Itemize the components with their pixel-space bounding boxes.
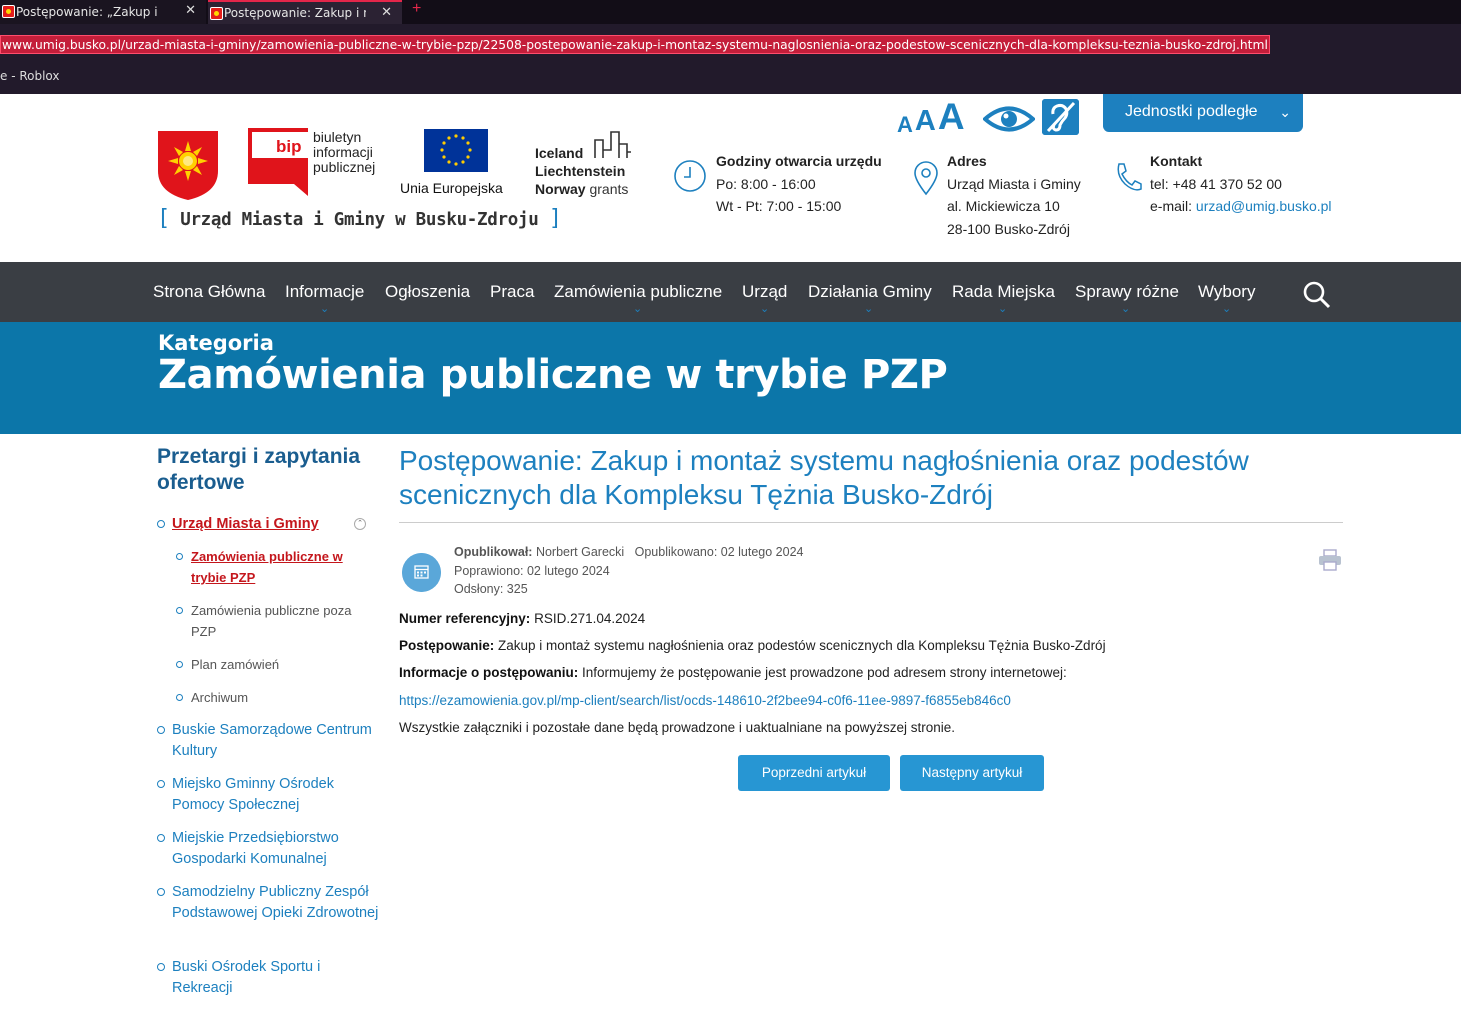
email-link[interactable]: urzad@umig.busko.pl xyxy=(1196,198,1332,214)
calendar-icon xyxy=(402,553,441,592)
article-title: Postępowanie: Zakup i montaż systemu nag… xyxy=(399,445,1249,510)
next-article-button[interactable]: Następny artykuł xyxy=(900,755,1044,791)
font-size-medium-button[interactable]: A xyxy=(915,105,936,138)
bullet-icon xyxy=(157,780,165,788)
article-meta: Opublikował: Norbert Garecki Opublikowan… xyxy=(454,543,804,599)
nav-zamowienia[interactable]: Zamówienia publiczne xyxy=(554,282,722,302)
new-tab-icon[interactable]: + xyxy=(412,0,421,18)
divider xyxy=(399,522,1343,523)
hearing-loop-icon[interactable] xyxy=(1042,99,1079,135)
nav-informacje[interactable]: Informacje xyxy=(285,282,364,302)
author-name: Norbert Garecki xyxy=(535,545,625,559)
bip-text: biuletyn informacji publicznej xyxy=(313,129,376,175)
chevron-down-icon: ⌄ xyxy=(998,303,1008,315)
modified-date: Poprawiono: 02 lutego 2024 xyxy=(454,563,610,578)
tab-title: Postępowanie: „Zakup i mo xyxy=(16,5,158,19)
published-date: Opublikowano: 02 lutego 2024 xyxy=(634,545,804,559)
town-crest-icon[interactable] xyxy=(157,129,219,201)
reference-number: Numer referencyjny: RSID.271.04.2024 xyxy=(399,611,646,626)
close-tab-icon[interactable]: ✕ xyxy=(381,5,392,20)
nav-sprawy-rozne[interactable]: Sprawy różne xyxy=(1075,282,1179,302)
chevron-down-icon: ⌄ xyxy=(320,303,330,315)
bullet-icon xyxy=(157,834,165,842)
bookmark-item[interactable]: e - Roblox xyxy=(0,69,60,83)
sidebar-item-mgops[interactable]: Miejsko Gminny Ośrodek Pomocy Społecznej xyxy=(157,774,387,818)
bullet-icon xyxy=(176,553,183,560)
bookmarks-bar: e - Roblox xyxy=(0,64,1461,94)
main-nav: Strona Główna Informacje ⌄ Ogłoszenia Pr… xyxy=(0,262,1461,322)
eu-logo[interactable]: Unia Europejska xyxy=(400,128,514,200)
bullet-icon xyxy=(176,661,183,668)
procedure-link-row: https://ezamowienia.gov.pl/mp-client/sea… xyxy=(399,693,1011,708)
phone-icon xyxy=(1117,163,1142,191)
units-dropdown-button[interactable]: Jednostki podległe ⌄ xyxy=(1103,94,1303,132)
chevron-down-icon: ⌄ xyxy=(864,303,874,315)
browser-tab-1[interactable]: Postępowanie: „Zakup i mo ✕ xyxy=(0,0,206,24)
procedure-name: Postępowanie: Zakup i montaż systemu nag… xyxy=(399,638,1106,653)
font-size-small-button[interactable]: A xyxy=(897,112,913,138)
chevron-down-icon: ⌄ xyxy=(1222,303,1232,315)
chevron-down-icon: ⌄ xyxy=(760,303,770,315)
nav-wybory[interactable]: Wybory xyxy=(1198,282,1255,302)
sidebar-title: Przetargi i zapytania ofertowe xyxy=(157,445,361,494)
eu-label: Unia Europejska xyxy=(400,180,503,196)
browser-tab-bar: Postępowanie: „Zakup i mo ✕ Postępowanie… xyxy=(0,0,1461,24)
font-size-controls: A A A xyxy=(897,94,967,138)
sidebar-item-bsck[interactable]: Buskie Samorządowe Centrum Kultury xyxy=(157,720,387,764)
bullet-icon xyxy=(176,607,183,614)
chevron-down-icon: ⌄ xyxy=(633,303,643,315)
eea-grants-logo[interactable]: Iceland Liechtenstein Norway grants xyxy=(535,128,635,198)
sidebar-item-spzpoz[interactable]: Samodzielny Publiczny Zespół Podstawowej… xyxy=(157,882,387,948)
bullet-icon xyxy=(176,694,183,701)
nav-rada-miejska[interactable]: Rada Miejska xyxy=(952,282,1055,302)
address-block: Adres Urząd Miasta i Gminy al. Mickiewic… xyxy=(947,153,1081,237)
close-tab-icon[interactable]: ✕ xyxy=(185,3,196,18)
nav-praca[interactable]: Praca xyxy=(490,282,534,302)
browser-tab-2[interactable]: Postępowanie: Zakup i mon ✕ xyxy=(208,0,402,24)
nav-dzialania-gminy[interactable]: Działania Gminy xyxy=(808,282,932,302)
bullet-icon xyxy=(157,888,165,896)
font-size-large-button[interactable]: A xyxy=(938,96,965,138)
nav-urzad[interactable]: Urząd xyxy=(742,282,787,302)
footer-note: Wszystkie załączniki i pozostałe dane bę… xyxy=(399,720,956,735)
previous-article-button[interactable]: Poprzedni artykuł xyxy=(738,755,890,791)
site-favicon-icon xyxy=(210,7,223,20)
grants-text: Iceland Liechtenstein Norway grants xyxy=(535,145,629,197)
hits-count: Odsłony: 325 xyxy=(454,582,528,596)
tab-title: Postępowanie: Zakup i mon xyxy=(224,6,366,20)
address-bar: www.umig.busko.pl/urzad-miasta-i-gminy/z… xyxy=(0,24,1461,64)
print-icon[interactable] xyxy=(1318,549,1342,571)
procedure-info: Informacje o postępowaniu: Informujemy ż… xyxy=(399,665,1067,680)
sidebar-item-bosir[interactable]: Buski Ośrodek Sportu i Rekreacji xyxy=(157,957,387,1001)
opening-hours: Godziny otwarcia urzędu Po: 8:00 - 16:00… xyxy=(716,153,882,214)
site-favicon-icon xyxy=(2,5,15,18)
collapse-icon[interactable]: ⌃ xyxy=(354,518,366,530)
high-contrast-eye-icon[interactable] xyxy=(983,104,1035,134)
site-header: bip biuletyn informacji publicznej Unia … xyxy=(0,94,1461,262)
bullet-icon xyxy=(157,963,165,971)
map-pin-icon xyxy=(914,161,938,196)
nav-home[interactable]: Strona Główna xyxy=(153,282,265,302)
bullet-icon xyxy=(157,726,165,734)
nav-ogloszenia[interactable]: Ogłoszenia xyxy=(385,282,470,302)
url-field[interactable]: www.umig.busko.pl/urzad-miasta-i-gminy/z… xyxy=(0,35,1270,54)
ezamowienia-link[interactable]: https://ezamowienia.gov.pl/mp-client/sea… xyxy=(399,693,1011,708)
eu-flag-icon xyxy=(424,129,488,172)
clock-icon xyxy=(674,160,706,192)
category-banner: Kategoria Zamówienia publiczne w trybie … xyxy=(0,322,1461,434)
category-title: Zamówienia publiczne w trybie PZP xyxy=(158,352,948,398)
sidebar-item-urzad[interactable]: Urząd Miasta i Gminy xyxy=(157,514,357,536)
bullet-icon xyxy=(157,520,165,528)
bip-logo-text: bip xyxy=(276,137,302,156)
chevron-down-icon: ⌄ xyxy=(1279,104,1291,120)
chevron-down-icon: ⌄ xyxy=(1121,303,1131,315)
bip-logo[interactable]: bip biuletyn informacji publicznej xyxy=(248,128,388,198)
contact-block: Kontakt tel: +48 41 370 52 00 e-mail: ur… xyxy=(1150,153,1332,214)
search-icon[interactable] xyxy=(1303,281,1331,309)
office-name[interactable]: [ Urząd Miasta i Gminy w Busku-Zdroju ] xyxy=(157,206,562,231)
bip-flag-icon: bip xyxy=(248,128,308,196)
sidebar-item-mpgk[interactable]: Miejskie Przedsiębiorstwo Gospodarki Kom… xyxy=(157,828,387,872)
